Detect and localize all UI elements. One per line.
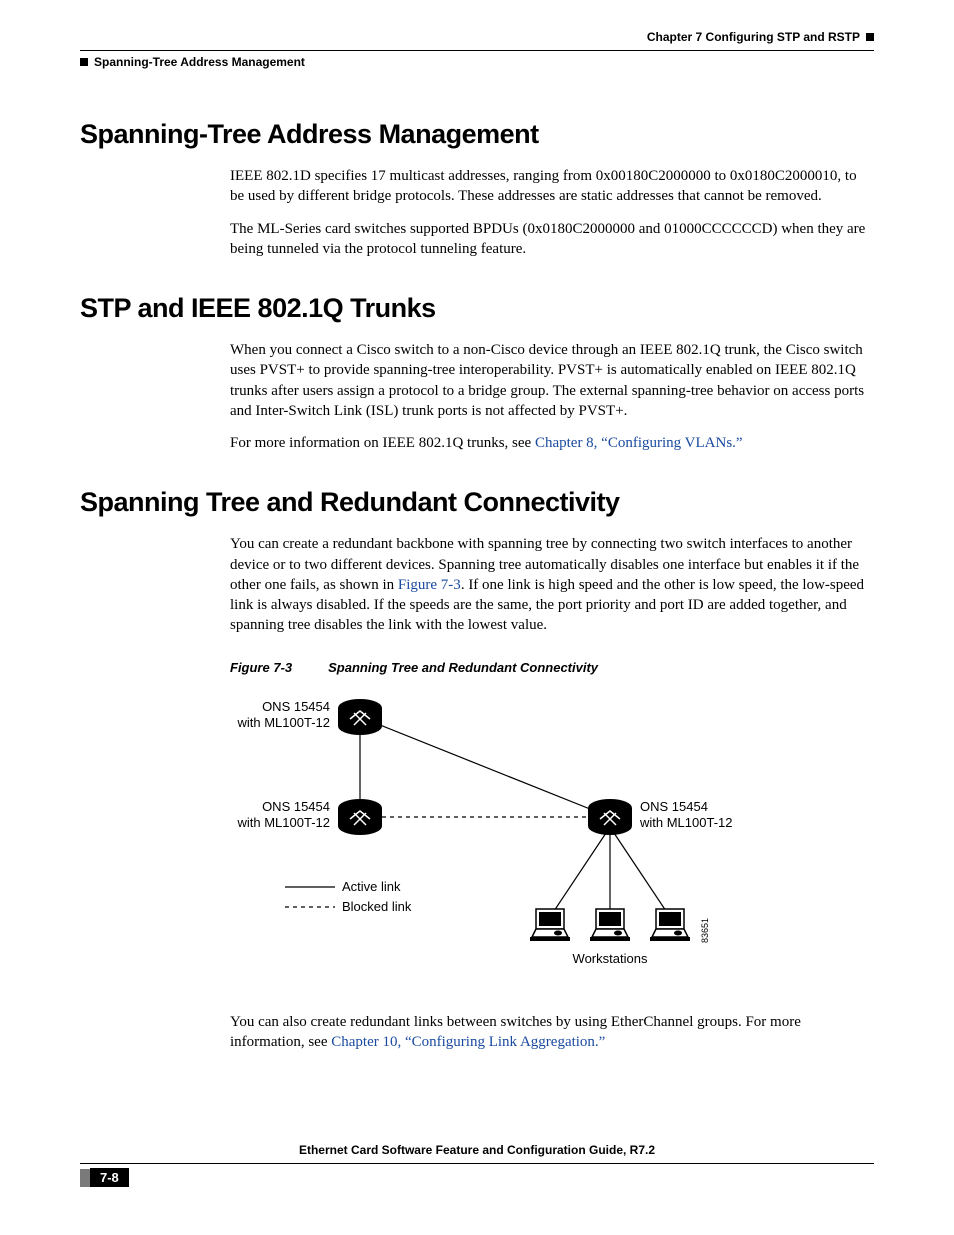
node-label: ONS 15454 [262, 699, 330, 714]
header-marker-icon [80, 58, 88, 66]
link-figure-7-3[interactable]: Figure 7-3 [398, 577, 461, 593]
figure-title: Spanning Tree and Redundant Connectivity [328, 660, 598, 675]
header-marker-icon [866, 33, 874, 41]
section-heading-trunks: STP and IEEE 802.1Q Trunks [80, 293, 874, 324]
paragraph: The ML-Series card switches supported BP… [80, 219, 874, 260]
figure-id: 83651 [700, 917, 710, 942]
header-running-head: Spanning-Tree Address Management [94, 55, 305, 69]
node-label: ONS 15454 [262, 799, 330, 814]
page-header: Chapter 7 Configuring STP and RSTP Spann… [80, 30, 874, 69]
link-configuring-vlans[interactable]: Chapter 8, “Configuring VLANs.” [535, 435, 743, 451]
workstation-icon [650, 909, 690, 941]
workstation-icon [590, 909, 630, 941]
link-configuring-link-agg[interactable]: Chapter 10, “Configuring Link Aggregatio… [331, 1034, 605, 1050]
router-icon [338, 699, 382, 735]
figure-caption: Figure 7-3 Spanning Tree and Redundant Co… [80, 660, 874, 675]
paragraph: IEEE 802.1D specifies 17 multicast addre… [80, 166, 874, 207]
footer-book-title: Ethernet Card Software Feature and Confi… [80, 1139, 874, 1163]
text: For more information on IEEE 802.1Q trun… [230, 435, 535, 451]
page-number: 7-8 [90, 1168, 129, 1187]
node-label: with ML100T-12 [237, 815, 331, 830]
paragraph: For more information on IEEE 802.1Q trun… [80, 433, 874, 453]
paragraph: You can also create redundant links betw… [80, 1012, 874, 1053]
workstations-label: Workstations [573, 951, 648, 966]
figure-number: Figure 7-3 [230, 660, 292, 675]
router-icon [588, 799, 632, 835]
legend-blocked: Blocked link [342, 899, 412, 914]
figure-7-3: ONS 15454 with ML100T-12 ONS 15454 with … [80, 687, 874, 992]
node-label: with ML100T-12 [639, 815, 733, 830]
section-heading-address-mgmt: Spanning-Tree Address Management [80, 119, 874, 150]
header-chapter: Chapter 7 Configuring STP and RSTP [647, 30, 860, 44]
footer-marker-icon [80, 1169, 90, 1187]
section-heading-redundant: Spanning Tree and Redundant Connectivity [80, 487, 874, 518]
node-label: ONS 15454 [640, 799, 708, 814]
paragraph: You can create a redundant backbone with… [80, 534, 874, 635]
workstation-icon [530, 909, 570, 941]
legend-active: Active link [342, 879, 401, 894]
router-icon [338, 799, 382, 835]
page-footer: Ethernet Card Software Feature and Confi… [80, 1139, 874, 1187]
paragraph: When you connect a Cisco switch to a non… [80, 340, 874, 421]
node-label: with ML100T-12 [237, 715, 331, 730]
